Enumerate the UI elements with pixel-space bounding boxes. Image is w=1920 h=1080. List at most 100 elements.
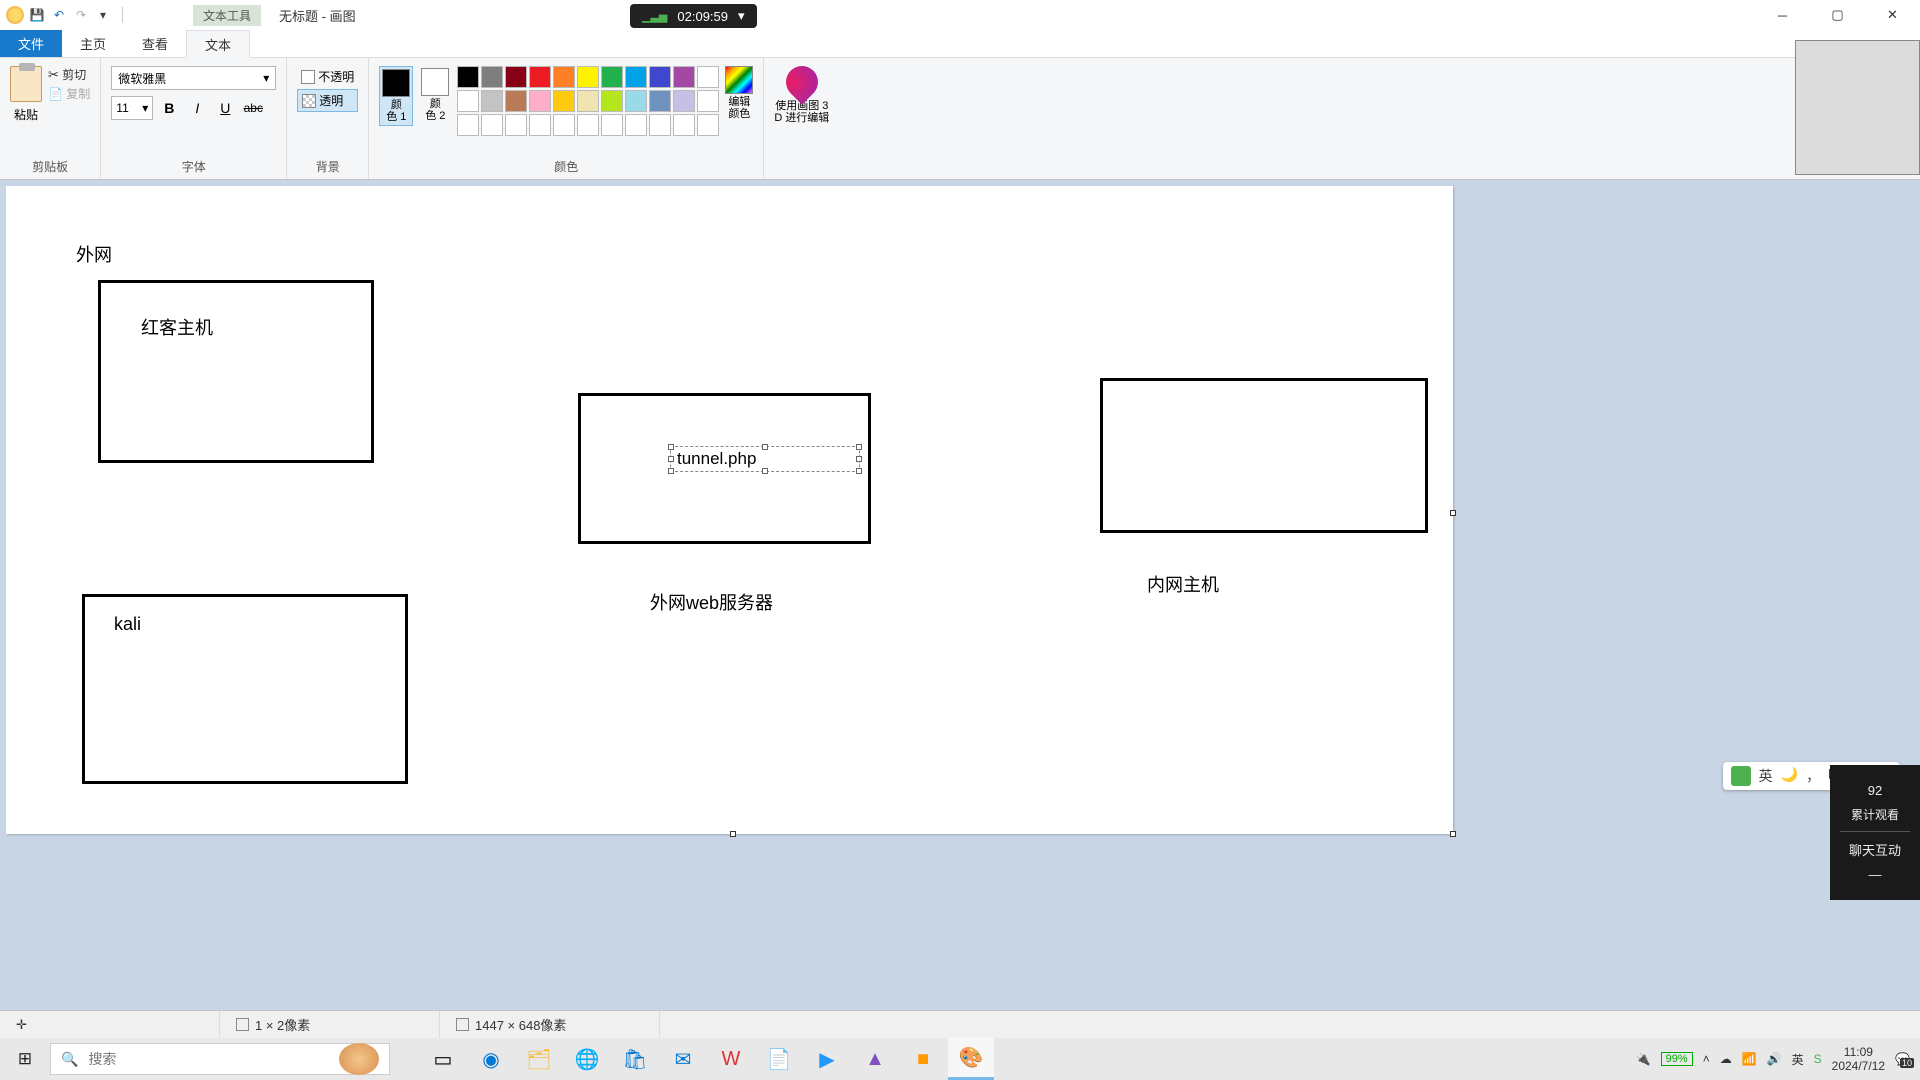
tray-wifi-icon[interactable]: 📶 — [1742, 1052, 1757, 1066]
paste-button[interactable]: 粘贴 — [10, 66, 42, 123]
tray-clock[interactable]: 11:09 2024/7/12 — [1832, 1045, 1885, 1074]
palette-color[interactable] — [481, 114, 503, 136]
taskbar-mail-icon[interactable]: ✉ — [660, 1038, 706, 1080]
palette-color[interactable] — [649, 90, 671, 112]
palette-color[interactable] — [625, 90, 647, 112]
italic-button[interactable]: I — [185, 96, 209, 120]
palette-color[interactable] — [457, 90, 479, 112]
tray-power-icon[interactable]: 🔌 — [1636, 1052, 1651, 1066]
taskbar-notepad-icon[interactable]: 📄 — [756, 1038, 802, 1080]
tab-home[interactable]: 主页 — [62, 30, 124, 57]
palette-color[interactable] — [457, 66, 479, 88]
palette-color[interactable] — [529, 90, 551, 112]
bg-opaque-option[interactable]: 不透明 — [297, 66, 358, 87]
save-qat-icon[interactable]: 💾 — [28, 6, 46, 24]
palette-color[interactable] — [673, 114, 695, 136]
taskbar-search[interactable]: 🔍 搜索 — [50, 1043, 390, 1075]
taskbar-chrome-icon[interactable]: 🌐 — [564, 1038, 610, 1080]
ime-moon-icon[interactable]: 🌙 — [1781, 766, 1798, 786]
palette-color[interactable] — [625, 114, 647, 136]
canvas-text-web-server: 外网web服务器 — [650, 589, 773, 615]
live-collapse-icon[interactable]: — — [1840, 867, 1910, 882]
ime-comma-icon[interactable]: ， — [1806, 766, 1820, 786]
qat-dropdown-icon[interactable]: ▾ — [94, 6, 112, 24]
ime-lang[interactable]: 英 — [1759, 766, 1773, 786]
palette-color[interactable] — [601, 90, 623, 112]
copy-button[interactable]: 📄 复制 — [48, 85, 90, 102]
canvas-text-inner-host: 内网主机 — [1147, 571, 1219, 597]
palette-color[interactable] — [553, 114, 575, 136]
edit-colors-button[interactable]: 编辑 颜色 — [725, 66, 753, 120]
timer-dropdown-icon[interactable]: ▾ — [738, 8, 745, 24]
palette-color[interactable] — [481, 66, 503, 88]
ribbon: 粘贴 ✂ 剪切 📄 复制 剪贴板 微软雅黑▾ 11▾ B I U — [0, 58, 1920, 180]
palette-color[interactable] — [673, 90, 695, 112]
palette-color[interactable] — [529, 66, 551, 88]
cut-button[interactable]: ✂ 剪切 — [48, 66, 90, 83]
palette-color[interactable] — [601, 114, 623, 136]
taskbar-wps-icon[interactable]: W — [708, 1038, 754, 1080]
taskbar-edge-icon[interactable]: ◉ — [468, 1038, 514, 1080]
tray-volume-icon[interactable]: 🔊 — [1767, 1052, 1782, 1066]
canvas-handle-corner[interactable] — [1450, 831, 1456, 837]
tray-cloud-icon[interactable]: ☁ — [1720, 1052, 1732, 1066]
palette-color[interactable] — [697, 114, 719, 136]
taskbar-explorer-icon[interactable]: 🗂 — [516, 1038, 562, 1080]
palette-color[interactable] — [697, 66, 719, 88]
palette-color[interactable] — [553, 90, 575, 112]
palette-color[interactable] — [697, 90, 719, 112]
maximize-button[interactable]: ▢ — [1810, 0, 1865, 30]
taskbar-paint-icon[interactable]: 🎨 — [948, 1038, 994, 1080]
live-chat-label[interactable]: 聊天互动 — [1840, 840, 1910, 859]
tray-battery[interactable]: 99% — [1661, 1052, 1693, 1066]
palette-color[interactable] — [457, 114, 479, 136]
paint3d-button[interactable]: 使用画图 3 D 进行编辑 — [774, 66, 829, 124]
palette-color[interactable] — [577, 114, 599, 136]
tab-text[interactable]: 文本 — [186, 30, 250, 58]
group-background: 不透明 透明 背景 — [287, 58, 369, 179]
underline-button[interactable]: U — [213, 96, 237, 120]
redo-qat-icon[interactable]: ↷ — [72, 6, 90, 24]
recording-timer[interactable]: ▁▃▅ 02:09:59 ▾ — [630, 4, 757, 28]
canvas-handle-right[interactable] — [1450, 510, 1456, 516]
taskbar-app-orange-icon[interactable]: ■ — [900, 1038, 946, 1080]
canvas-handle-bottom[interactable] — [730, 831, 736, 837]
palette-color[interactable] — [649, 114, 671, 136]
color2-button[interactable]: 颜 色 2 — [419, 66, 451, 124]
bold-button[interactable]: B — [157, 96, 181, 120]
palette-color[interactable] — [577, 66, 599, 88]
paint-canvas[interactable]: 外网 红客主机 kali tunnel.php 外网web服务器 内网主机 — [6, 186, 1453, 834]
palette-color[interactable] — [553, 66, 575, 88]
palette-color[interactable] — [505, 66, 527, 88]
start-button[interactable]: ⊞ — [0, 1038, 50, 1080]
palette-color[interactable] — [601, 66, 623, 88]
strikethrough-button[interactable]: abc — [241, 96, 265, 120]
palette-color[interactable] — [577, 90, 599, 112]
palette-color[interactable] — [625, 66, 647, 88]
tray-chevron-up-icon[interactable]: ˄ — [1703, 1052, 1710, 1066]
undo-qat-icon[interactable]: ↶ — [50, 6, 68, 24]
font-size-select[interactable]: 11▾ — [111, 96, 153, 120]
taskbar: ⊞ 🔍 搜索 ▭ ◉ 🗂 🌐 🛍 ✉ W 📄 ▶ ▲ ■ 🎨 🔌 99% ˄ ☁… — [0, 1038, 1920, 1080]
tab-file[interactable]: 文件 — [0, 30, 62, 57]
palette-color[interactable] — [673, 66, 695, 88]
color1-button[interactable]: 颜 色 1 — [379, 66, 413, 126]
palette-color[interactable] — [481, 90, 503, 112]
palette-color[interactable] — [529, 114, 551, 136]
taskbar-app-purple-icon[interactable]: ▲ — [852, 1038, 898, 1080]
palette-color[interactable] — [649, 66, 671, 88]
close-button[interactable]: ✕ — [1865, 0, 1920, 30]
tray-lang[interactable]: 英 — [1792, 1051, 1804, 1068]
palette-color[interactable] — [505, 90, 527, 112]
taskbar-store-icon[interactable]: 🛍 — [612, 1038, 658, 1080]
tray-notifications-icon[interactable]: 💬10 — [1895, 1052, 1910, 1066]
canvas-text-editing-tunnel[interactable]: tunnel.php — [670, 446, 860, 472]
palette-color[interactable] — [505, 114, 527, 136]
minimize-button[interactable]: ─ — [1755, 0, 1810, 30]
font-family-select[interactable]: 微软雅黑▾ — [111, 66, 276, 90]
bg-transparent-option[interactable]: 透明 — [297, 89, 358, 112]
taskbar-app-blue-icon[interactable]: ▶ — [804, 1038, 850, 1080]
tray-ime-icon[interactable]: S — [1814, 1052, 1822, 1066]
tab-view[interactable]: 查看 — [124, 30, 186, 57]
task-view-icon[interactable]: ▭ — [420, 1038, 466, 1080]
